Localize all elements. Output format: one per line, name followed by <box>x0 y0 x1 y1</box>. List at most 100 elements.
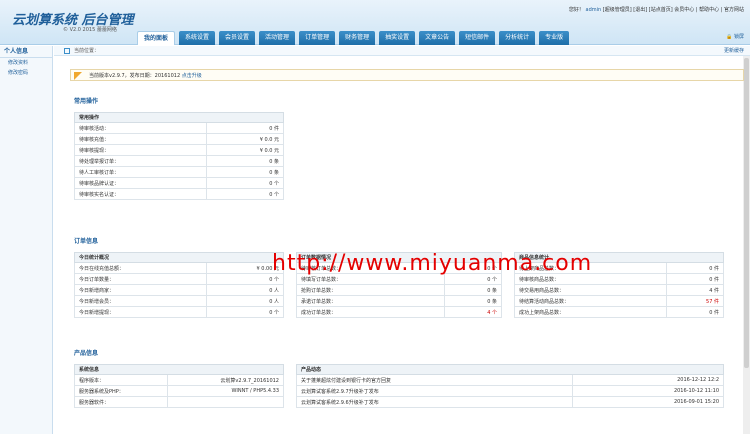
table-row: 关于蓬莱超炫付建设到银行卡的官方回复 2016-12-12 12:2 <box>295 374 724 386</box>
upgrade-link[interactable]: 点击升级 <box>182 73 202 79</box>
row-value: 0 条 <box>206 166 284 178</box>
row-value: 4 个 <box>444 306 502 318</box>
table-row: 服务器系统及PHP： WINNT / PHP5.4.33 <box>74 385 285 397</box>
row-label: 服务器软件： <box>74 396 168 408</box>
table-row: 程序版本： 云划算v2.9.7_20161012 <box>74 374 285 386</box>
row-label: 今日订单数量： <box>74 273 207 285</box>
table-row: 今日订单数量： 0 个 <box>74 273 284 285</box>
row-value: 0 个 <box>206 188 284 200</box>
table-row: 待审核提现： ¥ 0.0 元 <box>73 144 284 156</box>
row-label: 待人工审核订单： <box>73 166 208 178</box>
watermark-url: http://www.miyuanma.com <box>272 251 593 276</box>
table-row: 承诺订单总数： 0 条 <box>295 295 502 307</box>
sidebar: 个人信息 修改资料 修改密码 <box>0 46 53 434</box>
row-label: 服务器系统及PHP： <box>74 385 168 397</box>
row-label: 待交易用商品总数： <box>513 284 668 296</box>
lock-screen-button[interactable]: 🔒 锁屏 <box>726 33 744 40</box>
row-value: 4 件 <box>666 284 724 296</box>
row-label: 今日在线充值总额： <box>74 262 207 274</box>
sidebar-item-edit-password[interactable]: 修改密码 <box>0 68 52 78</box>
user-link[interactable]: admin <box>586 7 602 13</box>
table-row: 待人工审核订单： 0 条 <box>73 166 284 178</box>
row-value: 2016-09-01 15:20 <box>572 396 724 408</box>
section-common-title: 常用操作 <box>74 98 99 105</box>
row-value <box>166 396 285 408</box>
breadcrumb: 当前位置： 更新缓存 <box>54 46 750 56</box>
scrollbar-thumb[interactable] <box>744 58 749 368</box>
table-row: 今日新增商家： 0 人 <box>74 284 284 296</box>
row-value: 0 件 <box>206 122 284 134</box>
row-value: ¥ 0.0 元 <box>206 133 284 145</box>
row-value: WINNT / PHP5.4.33 <box>166 385 285 397</box>
version-notice: 当前版本v2.9.7，发布日期：20161012 点击升级 <box>70 69 744 81</box>
section-product-title: 产品信息 <box>74 350 99 357</box>
table-row: 待交易用商品总数： 4 件 <box>513 284 724 296</box>
table-header: 今日统计概况 <box>74 252 284 263</box>
top-links: 您好！ admin [超级管理员] [退出] [站点首页] 会员中心 | 帮助中… <box>569 6 744 13</box>
main-nav: 我的面板 系统设置 会员设置 活动管理 订单管理 财务管理 抽奖设置 文章公告 短信邮件 分析统计… <box>137 31 573 45</box>
system-info-table: 系统信息 程序版本： 云划算v2.9.7_20161012 服务器系统及PHP： WIN… <box>74 364 285 408</box>
tab-6[interactable]: 抽奖设置 <box>379 31 416 45</box>
tab-8[interactable]: 短信邮件 <box>459 31 496 45</box>
tab-5[interactable]: 财务管理 <box>339 31 376 45</box>
row-label: 程序版本： <box>74 374 168 386</box>
tab-10[interactable]: 专业版 <box>539 31 570 45</box>
row-value: 2016-10-12 11:10 <box>572 385 724 397</box>
top-link-bar[interactable]: [超级管理员] [退出] [站点首页] 会员中心 | 帮助中心 | 官方网站 <box>603 7 744 13</box>
row-label: 云划算试客系统2.9.6升级补丁发布 <box>295 396 574 408</box>
row-value: ¥ 0.0 元 <box>206 144 284 156</box>
breadcrumb-label: 当前位置： <box>74 48 100 54</box>
row-value: 0 条 <box>444 295 502 307</box>
lock-label: 锁屏 <box>733 34 744 40</box>
row-label: 待结算活动商品总数： <box>513 295 668 307</box>
table-row: 待审核活动： 0 件 <box>73 122 284 134</box>
lock-icon: 🔒 <box>726 34 733 40</box>
row-label: 待审核提现： <box>73 144 208 156</box>
sidebar-title: 个人信息 <box>0 46 52 58</box>
common-ops-table: 常用操作 待审核活动： 0 件待审核充值： ¥ 0.0 元待审核提现： ¥ 0.0 元待… <box>73 112 284 200</box>
table-row: 服务器软件： <box>74 396 285 408</box>
table-row: 成功订单总数： 4 个 <box>295 306 502 318</box>
table-row: 待审核实名认证： 0 个 <box>73 188 284 200</box>
today-stats-table: 今日统计概况 今日在线充值总额： ¥ 0.00 元今日订单数量： 0 个今日新增商家：… <box>74 252 284 318</box>
section-orders-title: 订单信息 <box>74 238 99 245</box>
row-label: 待审核活动： <box>73 122 208 134</box>
notice-flag-icon <box>74 72 82 80</box>
sidebar-item-edit-profile[interactable]: 修改资料 <box>0 58 52 68</box>
table-row: 待审核品牌认证： 0 个 <box>73 177 284 189</box>
table-row: 今日新增会员： 0 人 <box>74 295 284 307</box>
tab-7[interactable]: 文章公告 <box>419 31 456 45</box>
tab-4[interactable]: 订单管理 <box>299 31 336 45</box>
row-label: 待审核品牌认证： <box>73 177 208 189</box>
table-header: 产品动态 <box>296 364 724 375</box>
tab-1[interactable]: 系统设置 <box>179 31 216 45</box>
tab-2[interactable]: 会员设置 <box>219 31 256 45</box>
tab-0[interactable]: 我的面板 <box>137 31 176 45</box>
table-row: 成功上架商品总数： 0 件 <box>513 306 724 318</box>
row-label: 待处理举报订单： <box>73 155 208 167</box>
row-label: 抢购订单总数： <box>295 284 446 296</box>
tab-9[interactable]: 分析统计 <box>499 31 536 45</box>
table-row: 云划算试客系统2.9.7升级补丁发布 2016-10-12 11:10 <box>295 385 724 397</box>
product-news-table: 产品动态 关于蓬莱超炫付建设到银行卡的官方回复 2016-12-12 12:2 云划算… <box>295 364 724 408</box>
refresh-cache-link[interactable]: 更新缓存 <box>724 46 744 56</box>
row-value: 0 人 <box>206 295 284 307</box>
table-row: 抢购订单总数： 0 条 <box>295 284 502 296</box>
table-row: 今日新增提现： 0 个 <box>74 306 284 318</box>
logo-subtitle: © V2.0 2015 蕾蕾网络 <box>63 27 117 33</box>
tab-3[interactable]: 活动管理 <box>259 31 296 45</box>
row-value: 0 件 <box>666 306 724 318</box>
row-value: 57 件 <box>666 295 724 307</box>
row-label: 今日新增商家： <box>74 284 207 296</box>
row-value: 0 人 <box>206 284 284 296</box>
scrollbar[interactable] <box>743 56 750 434</box>
row-label: 今日新增提现： <box>74 306 207 318</box>
home-icon <box>64 48 70 54</box>
row-label: 待审核实名认证： <box>73 188 208 200</box>
table-row: 待结算活动商品总数： 57 件 <box>513 295 724 307</box>
row-value: 2016-12-12 12:2 <box>572 374 724 386</box>
row-value: 0 个 <box>206 306 284 318</box>
row-label: 待审核充值： <box>73 133 208 145</box>
table-row: 待审核充值： ¥ 0.0 元 <box>73 133 284 145</box>
row-value: 云划算v2.9.7_20161012 <box>166 374 285 386</box>
